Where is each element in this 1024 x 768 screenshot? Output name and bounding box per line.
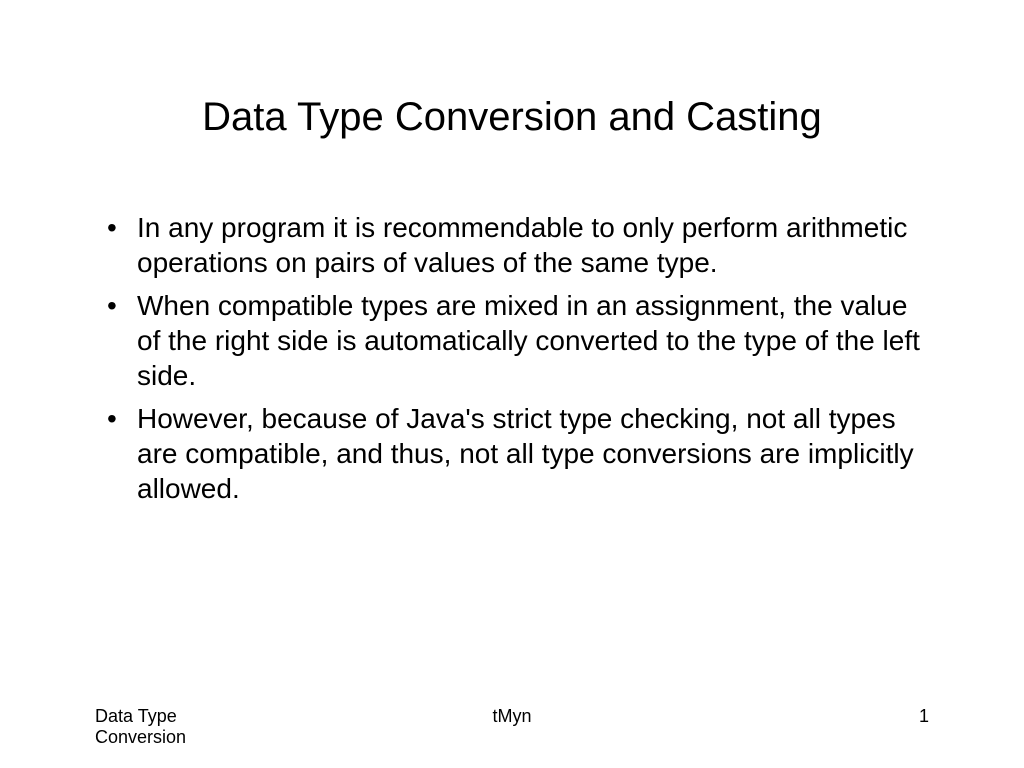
- footer-left: Data Type Conversion: [95, 706, 245, 748]
- slide-footer: Data Type Conversion tMyn 1: [0, 706, 1024, 748]
- bullet-list: In any program it is recommendable to on…: [95, 210, 929, 506]
- slide-content: In any program it is recommendable to on…: [95, 210, 929, 768]
- slide: Data Type Conversion and Casting In any …: [0, 0, 1024, 768]
- bullet-item: When compatible types are mixed in an as…: [137, 288, 929, 393]
- footer-right: 1: [779, 706, 929, 748]
- slide-title: Data Type Conversion and Casting: [95, 95, 929, 140]
- bullet-item: In any program it is recommendable to on…: [137, 210, 929, 280]
- footer-center: tMyn: [492, 706, 531, 748]
- bullet-item: However, because of Java's strict type c…: [137, 401, 929, 506]
